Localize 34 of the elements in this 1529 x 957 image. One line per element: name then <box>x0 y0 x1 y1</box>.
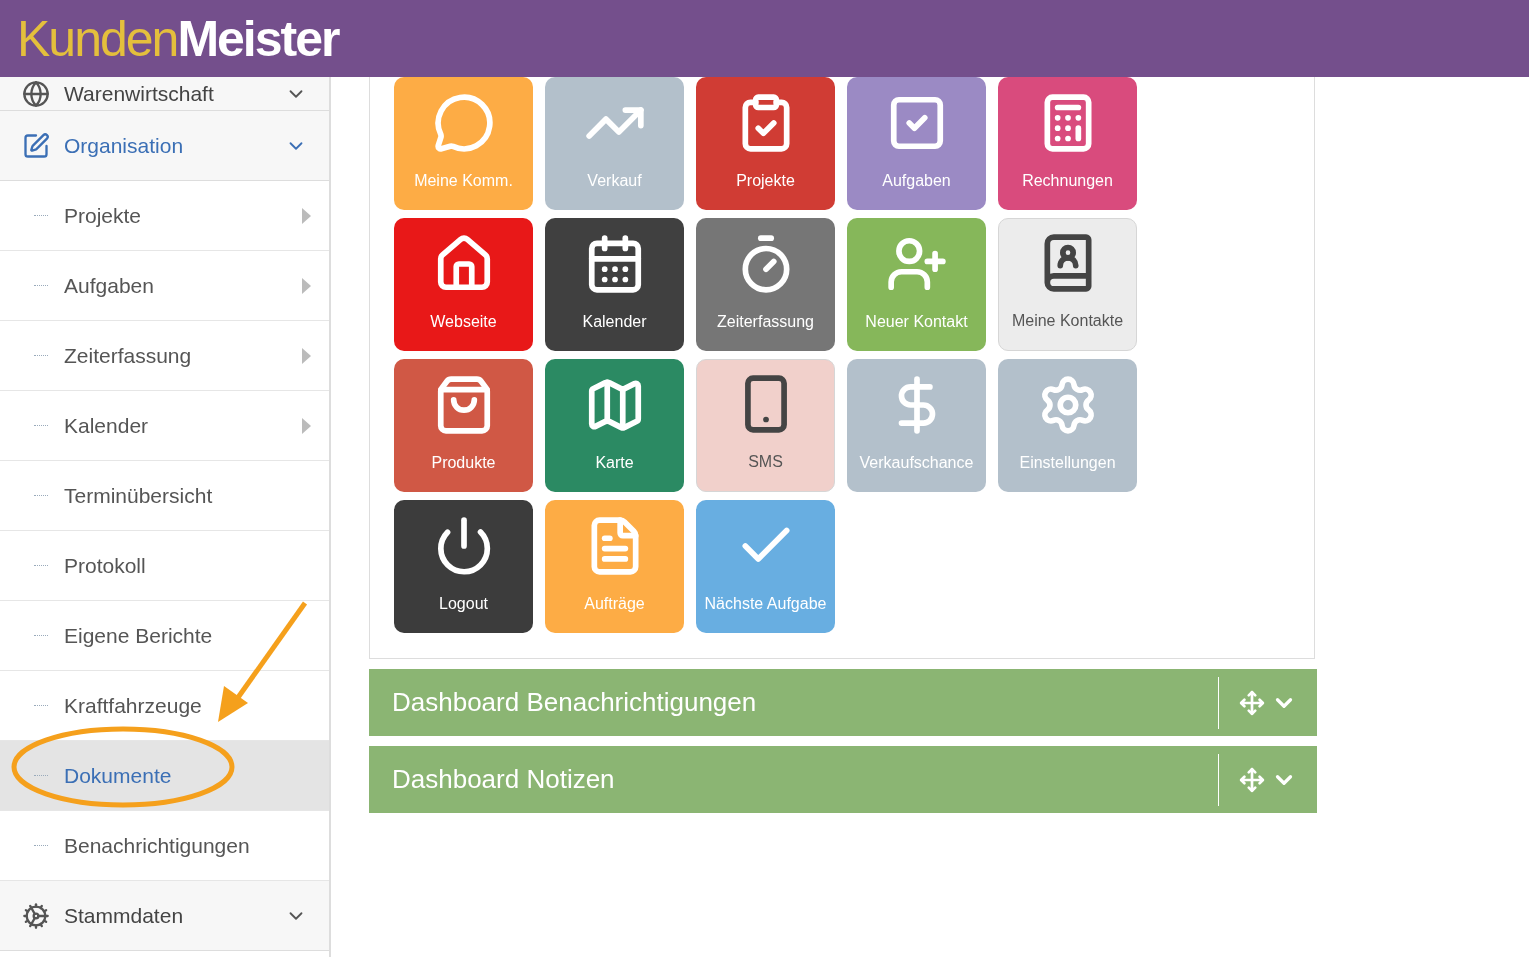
sidebar-item[interactable]: Zeiterfassung <box>0 321 329 391</box>
sidebar-section[interactable]: Stammdaten <box>0 881 329 951</box>
speech-bubble-icon <box>432 92 495 154</box>
sidebar-item[interactable]: Projekte <box>0 181 329 251</box>
sidebar-item[interactable]: Eigene Berichte <box>0 601 329 671</box>
sidebar-item[interactable]: Kraftfahrzeuge <box>0 671 329 741</box>
sidebar-item[interactable]: Benachrichtigungen <box>0 811 329 881</box>
move-icon[interactable] <box>1239 689 1265 716</box>
sidebar-item[interactable]: Terminübersicht <box>0 461 329 531</box>
app-tile[interactable]: Meine Kontakte <box>998 218 1137 351</box>
widget-title: Dashboard Notizen <box>392 764 616 795</box>
app-tile[interactable]: Projekte <box>696 77 835 210</box>
move-icon[interactable] <box>1239 766 1265 793</box>
edit-icon <box>22 131 50 160</box>
sidebar-section[interactable]: Organisation <box>0 111 329 181</box>
sidebar-item[interactable]: Protokoll <box>0 531 329 601</box>
app-tile[interactable]: Kalender <box>545 218 684 351</box>
sidebar-item[interactable]: Aufgaben <box>0 251 329 321</box>
app-tile[interactable]: Nächste Aufgabe <box>696 500 835 633</box>
sidebar-item[interactable]: Kalender <box>0 391 329 461</box>
app-tile[interactable]: SMS <box>696 359 835 492</box>
logo: KundenMeister <box>17 13 339 64</box>
app-tile[interactable]: Aufgaben <box>847 77 986 210</box>
app-tile[interactable]: Rechnungen <box>998 77 1137 210</box>
widget-title: Dashboard Benachrichtigungen <box>392 687 758 718</box>
gear-icon <box>22 901 50 930</box>
sidebar-item[interactable]: Dokumente <box>0 741 329 811</box>
app-tile[interactable]: Karte <box>545 359 684 492</box>
globe-icon <box>22 79 50 108</box>
app-tile[interactable]: Logout <box>394 500 533 633</box>
app-tile[interactable]: Zeiterfassung <box>696 218 835 351</box>
app-tile[interactable]: Produkte <box>394 359 533 492</box>
sidebar-section[interactable]: Warenwirtschaft <box>0 77 329 111</box>
app-tile[interactable]: Webseite <box>394 218 533 351</box>
